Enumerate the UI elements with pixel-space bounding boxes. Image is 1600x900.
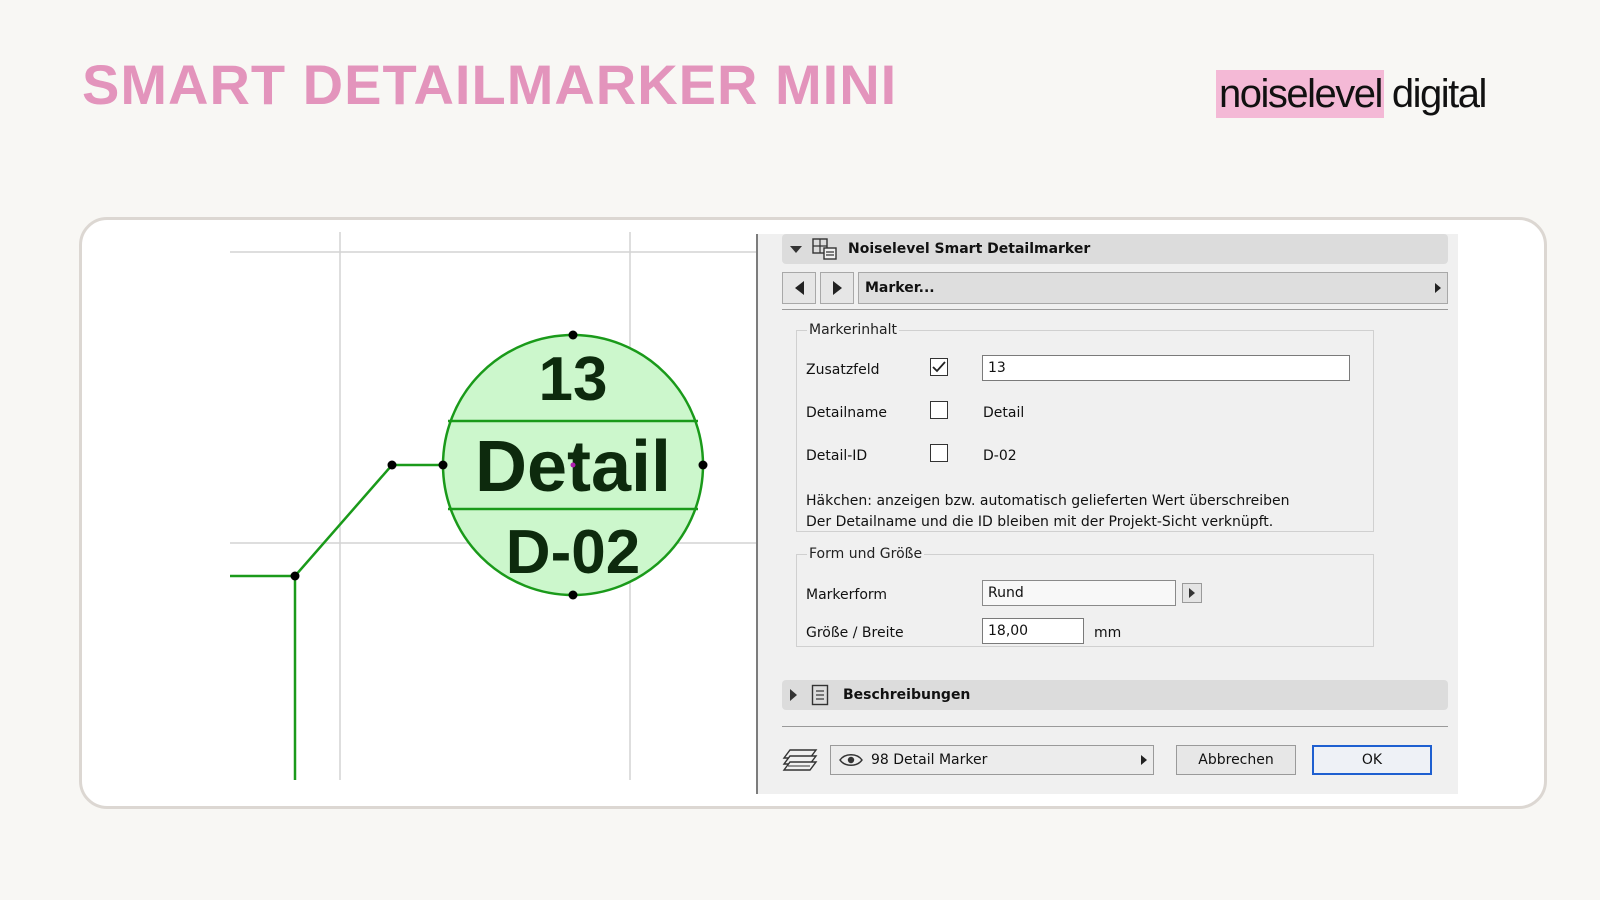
size-input[interactable] bbox=[982, 618, 1084, 644]
divider bbox=[782, 726, 1448, 727]
triangle-right-icon bbox=[1189, 588, 1195, 598]
markerform-value: Rund bbox=[988, 585, 1024, 601]
drawing-svg: 13 Detail D-02 bbox=[230, 232, 758, 780]
zusatzfeld-input[interactable] bbox=[982, 355, 1350, 381]
logo-rest-text: digital bbox=[1391, 72, 1488, 116]
detail-id-label: Detail-ID bbox=[806, 448, 868, 464]
markerform-label: Markerform bbox=[806, 587, 888, 603]
layers-icon bbox=[782, 748, 818, 774]
center-hotspot[interactable] bbox=[570, 462, 576, 468]
marker-text-line3: D-02 bbox=[506, 518, 640, 587]
logo-highlight-text: noiselevel bbox=[1216, 70, 1384, 118]
marker-content-legend: Markerinhalt bbox=[809, 322, 897, 338]
triangle-left-icon bbox=[794, 281, 804, 295]
next-page-button[interactable] bbox=[820, 272, 854, 304]
section-header-title: Noiselevel Smart Detailmarker bbox=[848, 241, 1091, 257]
size-unit: mm bbox=[1094, 625, 1122, 641]
eye-icon bbox=[839, 754, 863, 766]
collapse-triangle-icon[interactable] bbox=[790, 245, 802, 253]
expand-triangle-icon[interactable] bbox=[790, 689, 797, 701]
hotspot-handle[interactable] bbox=[438, 460, 448, 470]
hotspot-handle[interactable] bbox=[568, 590, 578, 600]
detailname-value: Detail bbox=[983, 405, 1025, 421]
zusatzfeld-checkbox[interactable] bbox=[930, 358, 948, 376]
layer-select-value: 98 Detail Marker bbox=[871, 752, 988, 768]
page-select-label: Marker... bbox=[865, 280, 935, 296]
markerform-popup-button[interactable] bbox=[1182, 583, 1202, 603]
shape-size-legend: Form und Größe bbox=[809, 546, 923, 562]
leader-line bbox=[230, 463, 442, 578]
triangle-right-icon bbox=[832, 281, 842, 295]
brand-logo: noiselevel digital bbox=[1216, 70, 1488, 118]
hotspot-handle[interactable] bbox=[290, 571, 300, 581]
zusatzfeld-label: Zusatzfeld bbox=[806, 362, 880, 378]
layer-select[interactable]: 98 Detail Marker bbox=[830, 745, 1154, 775]
hotspot-handle[interactable] bbox=[387, 460, 397, 470]
chevron-right-icon bbox=[1141, 755, 1147, 765]
page-title: SMART DETAILMARKER MINI bbox=[82, 53, 898, 116]
section-header-descriptions[interactable]: Beschreibungen bbox=[782, 680, 1448, 710]
descriptions-title: Beschreibungen bbox=[843, 687, 971, 703]
screenshot-card: 13 Detail D-02 Noiselevel Smart Detailma… bbox=[79, 217, 1547, 809]
detail-id-value: D-02 bbox=[983, 448, 1017, 464]
ok-button[interactable]: OK bbox=[1312, 745, 1432, 775]
hotspot-handle[interactable] bbox=[698, 460, 708, 470]
detailname-label: Detailname bbox=[806, 405, 887, 421]
hint-text-line2: Der Detailname und die ID bleiben mit de… bbox=[806, 514, 1274, 530]
page-navigator: Marker... bbox=[782, 272, 1448, 304]
cancel-button[interactable]: Abbrechen bbox=[1176, 745, 1296, 775]
checkmark-icon bbox=[932, 361, 946, 373]
detailname-checkbox[interactable] bbox=[930, 401, 948, 419]
hotspot-handle[interactable] bbox=[568, 330, 578, 340]
document-list-icon bbox=[807, 684, 833, 706]
chevron-right-icon bbox=[1435, 283, 1441, 293]
size-label: Größe / Breite bbox=[806, 625, 904, 641]
marker-text-line1: 13 bbox=[539, 345, 608, 414]
divider bbox=[782, 309, 1448, 310]
prev-page-button[interactable] bbox=[782, 272, 816, 304]
hint-text-line1: Häkchen: anzeigen bzw. automatisch gelie… bbox=[806, 493, 1290, 509]
section-header-main[interactable]: Noiselevel Smart Detailmarker bbox=[782, 234, 1448, 264]
markerform-select[interactable]: Rund bbox=[982, 580, 1176, 606]
settings-dialog: Noiselevel Smart Detailmarker Marker... … bbox=[756, 234, 1458, 794]
drawing-canvas[interactable]: 13 Detail D-02 bbox=[82, 220, 758, 780]
page-select[interactable]: Marker... bbox=[858, 272, 1448, 304]
detail-id-checkbox[interactable] bbox=[930, 444, 948, 462]
settings-grid-icon bbox=[812, 238, 838, 260]
